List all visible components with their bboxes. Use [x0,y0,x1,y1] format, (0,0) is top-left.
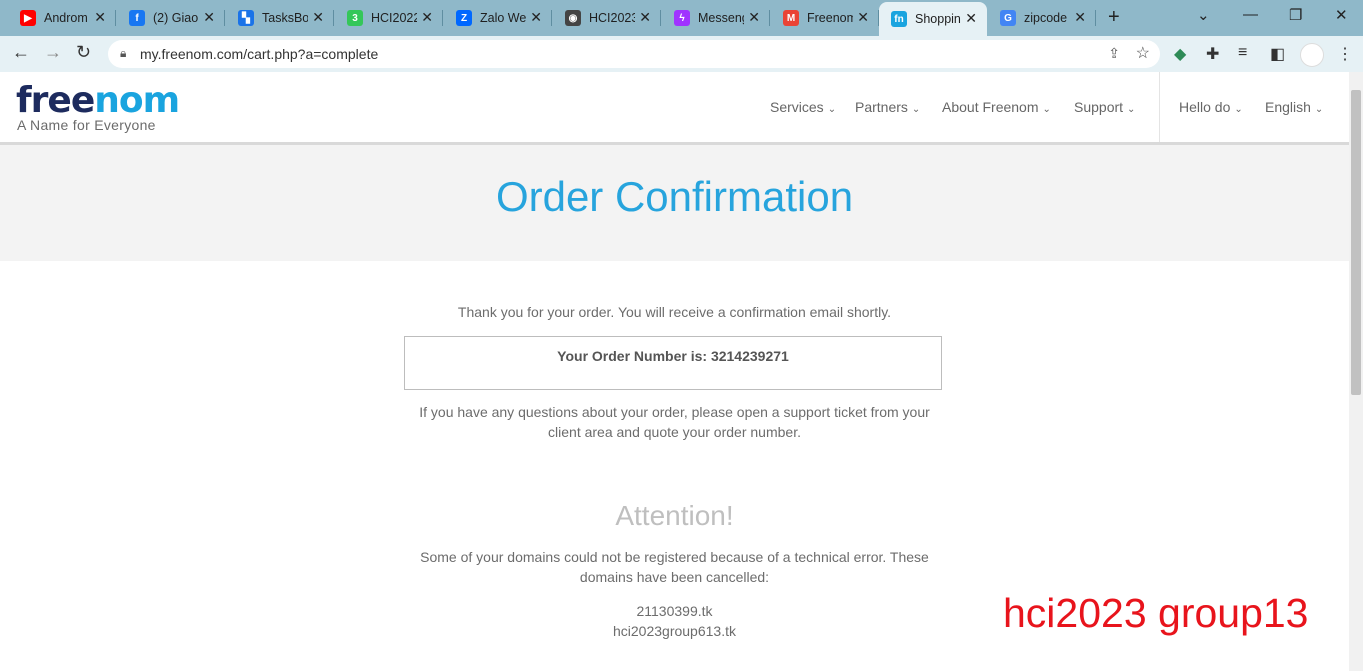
freenom-logo[interactable]: freenom [16,80,180,121]
browser-tab[interactable]: ϟ Messeng ✕ [662,4,770,32]
tab-title: Shoppin [915,12,961,26]
facebook-icon: f [129,10,145,26]
tab-separator [1095,10,1096,26]
browser-tab[interactable]: ◉ HCI2023 ✕ [553,4,661,32]
back-button[interactable]: ← [12,42,30,63]
order-number: Your Order Number is: 3214239271 [557,348,789,364]
messenger-icon: ϟ [674,10,690,26]
tab-title: Zalo We [480,11,526,25]
close-icon[interactable]: ✕ [530,9,542,26]
tab-separator [115,10,116,26]
browser-tab[interactable]: ▶ Androm ✕ [8,4,116,32]
tab-separator [660,10,661,26]
tab-separator [333,10,334,26]
browser-toolbar: ← → ↻ 🔒︎ my.freenom.com/cart.php?a=compl… [0,36,1363,73]
globe-icon: ◉ [565,10,581,26]
tasksboard-icon: ▚ [238,10,254,26]
extension-icon[interactable]: ◆ [1174,44,1186,64]
chevron-down-icon: ⌄ [827,104,837,115]
nav-about[interactable]: About Freenom ⌄ [942,99,1051,115]
close-icon[interactable]: ✕ [312,9,324,26]
attention-heading: Attention! [615,500,734,531]
browser-tab[interactable]: ▚ TasksBo ✕ [226,4,334,32]
tab-separator [224,10,225,26]
gmail-icon: M [783,10,799,26]
nav-services[interactable]: Services ⌄ [770,99,836,115]
tab-separator [551,10,552,26]
youtube-icon: ▶ [20,10,36,26]
kebab-menu-icon[interactable]: ⋮ [1337,44,1353,64]
browser-tab-strip: ▶ Androm ✕ f (2) Giao ✕ ▚ TasksBo ✕ 3 HCI2022 ✕ Z Zal… [0,0,1363,36]
tab-title: HCI2023 [589,11,635,25]
tab-title: zipcode [1024,11,1068,25]
page-title: Order Confirmation [495,173,854,220]
thank-you-text: Thank you for your order. You will recei… [457,304,892,320]
tab-title: HCI2022 [371,11,417,25]
support-text-line2: client area and quote your order number. [548,424,801,440]
freenom-icon: fn [891,11,907,27]
language-menu[interactable]: English ⌄ [1265,99,1323,115]
attention-text-line1: Some of your domains could not be regist… [420,549,929,565]
browser-tab[interactable]: 3 HCI2022 ✕ [335,4,443,32]
side-panel-icon[interactable]: ◧ [1270,44,1285,64]
chevron-down-icon: ⌄ [1234,104,1243,115]
site-tagline: A Name for Everyone [17,117,156,133]
order-number-box: Your Order Number is: 3214239271 [404,336,942,390]
tab-title: Androm [44,11,88,25]
tab-title: Freenom [807,11,853,25]
scrollbar-thumb[interactable] [1351,90,1361,395]
page-banner: Order Confirmation [0,145,1349,261]
close-icon[interactable]: ✕ [203,9,215,26]
tab-separator [769,10,770,26]
nav-support[interactable]: Support ⌄ [1074,99,1135,115]
tab-separator [442,10,443,26]
site-header: freenom A Name for Everyone Services ⌄ Pa… [0,72,1349,145]
header-divider [1159,72,1160,142]
lock-icon[interactable]: 🔒︎ [120,46,126,61]
puzzle-extensions-icon[interactable]: ✚ [1206,44,1219,64]
browser-tab[interactable]: fn Shoppin ✕ [879,2,987,36]
browser-tab[interactable]: Gzipcode ✕ [988,4,1096,32]
forward-button[interactable]: → [44,42,62,63]
address-bar[interactable]: 🔒︎ my.freenom.com/cart.php?a=complete ⇪ … [108,40,1160,68]
attention-text-line2: domains have been cancelled: [579,569,770,585]
tab-title: Messeng [698,11,744,25]
nav-partners[interactable]: Partners ⌄ [855,99,920,115]
profile-avatar[interactable] [1300,43,1324,67]
minimize-button[interactable]: — [1243,6,1258,23]
close-icon[interactable]: ✕ [748,9,760,26]
close-icon[interactable]: ✕ [857,9,869,26]
url-text[interactable]: my.freenom.com/cart.php?a=complete [140,46,378,62]
bookmark-star-icon[interactable]: ☆ [1136,43,1150,63]
chevron-down-icon: ⌄ [1127,104,1136,115]
green-3-icon: 3 [347,10,363,26]
user-menu[interactable]: Hello do ⌄ [1179,99,1243,115]
zalo-icon: Z [456,10,472,26]
tab-search-chevron-icon[interactable]: ⌄ [1197,6,1210,24]
share-icon[interactable]: ⇪ [1108,45,1120,62]
close-icon[interactable]: ✕ [94,9,106,26]
chevron-down-icon: ⌄ [911,104,921,115]
reload-button[interactable]: ↻ [76,42,91,63]
close-window-button[interactable]: ✕ [1335,6,1348,24]
browser-tab[interactable]: f (2) Giao ✕ [117,4,225,32]
google-icon: G [1000,10,1016,26]
restore-button[interactable]: ❐ [1289,6,1302,24]
browser-tab[interactable]: M Freenom ✕ [771,4,879,32]
browser-tab[interactable]: Z Zalo We ✕ [444,4,552,32]
group-watermark: hci2023 group13 [1003,590,1309,636]
tab-title: TasksBo [262,11,308,25]
support-text-line1: If you have any questions about your ord… [419,404,930,420]
chevron-down-icon: ⌄ [1042,104,1051,115]
close-icon[interactable]: ✕ [1074,9,1086,26]
media-control-icon[interactable]: ≡ [1238,44,1247,62]
chevron-down-icon: ⌄ [1314,104,1324,115]
tab-title: (2) Giao [153,11,199,25]
close-icon[interactable]: ✕ [421,9,433,26]
close-icon[interactable]: ✕ [639,9,651,26]
new-tab-button[interactable]: + [1108,6,1120,29]
close-icon[interactable]: ✕ [965,10,977,27]
